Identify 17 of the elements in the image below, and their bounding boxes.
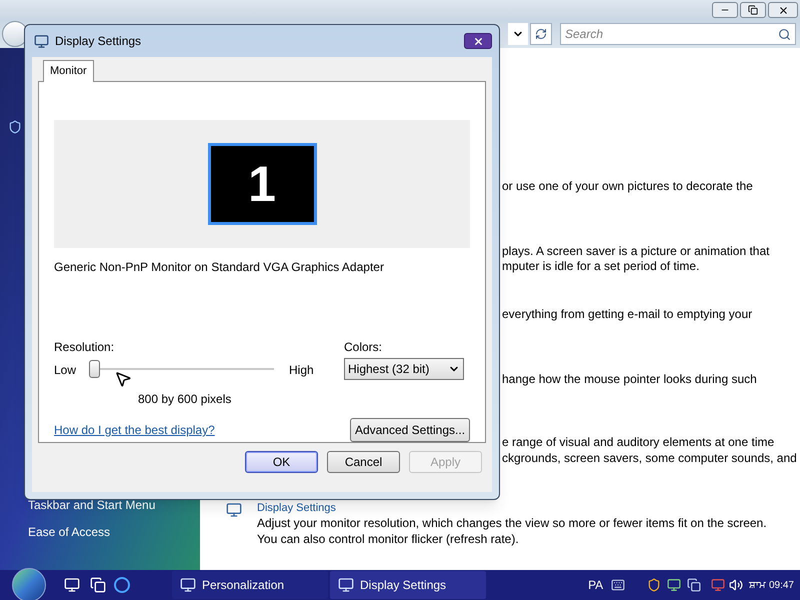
description-text: Adjust your monitor resolution, which changes the view so more or fewer items fit on the screen.: [257, 515, 767, 532]
description-text: everything from getting e-mail to emptying your: [502, 306, 752, 323]
description-text: You can also control monitor flicker (refresh rate).: [257, 531, 519, 548]
description-text: e range of visual and auditory elements at one time: [502, 434, 774, 451]
high-label: High: [289, 362, 314, 379]
description-text: plays. A screen saver is a picture or animation that: [502, 243, 770, 260]
resolution-reading: 800 by 600 pixels: [138, 391, 232, 408]
adapter-text: Generic Non-PnP Monitor on Standard VGA Graphics Adapter: [54, 259, 385, 276]
description-text: hange how the mouse pointer looks during such: [502, 371, 757, 388]
colors-label: Colors:: [344, 339, 384, 356]
resolution-label: Resolution:: [54, 339, 116, 356]
description-text: or use one of your own pictures to decorate the: [502, 178, 753, 195]
dialog-title: Display Settings: [55, 33, 142, 50]
description-text: mputer is idle for a set period of time.: [502, 258, 700, 275]
clock: ਸ਼ਾਮ 09:47: [749, 578, 794, 592]
low-label: Low: [54, 362, 78, 379]
description-text: ckgrounds, screen savers, some computer sounds, and: [502, 450, 797, 467]
